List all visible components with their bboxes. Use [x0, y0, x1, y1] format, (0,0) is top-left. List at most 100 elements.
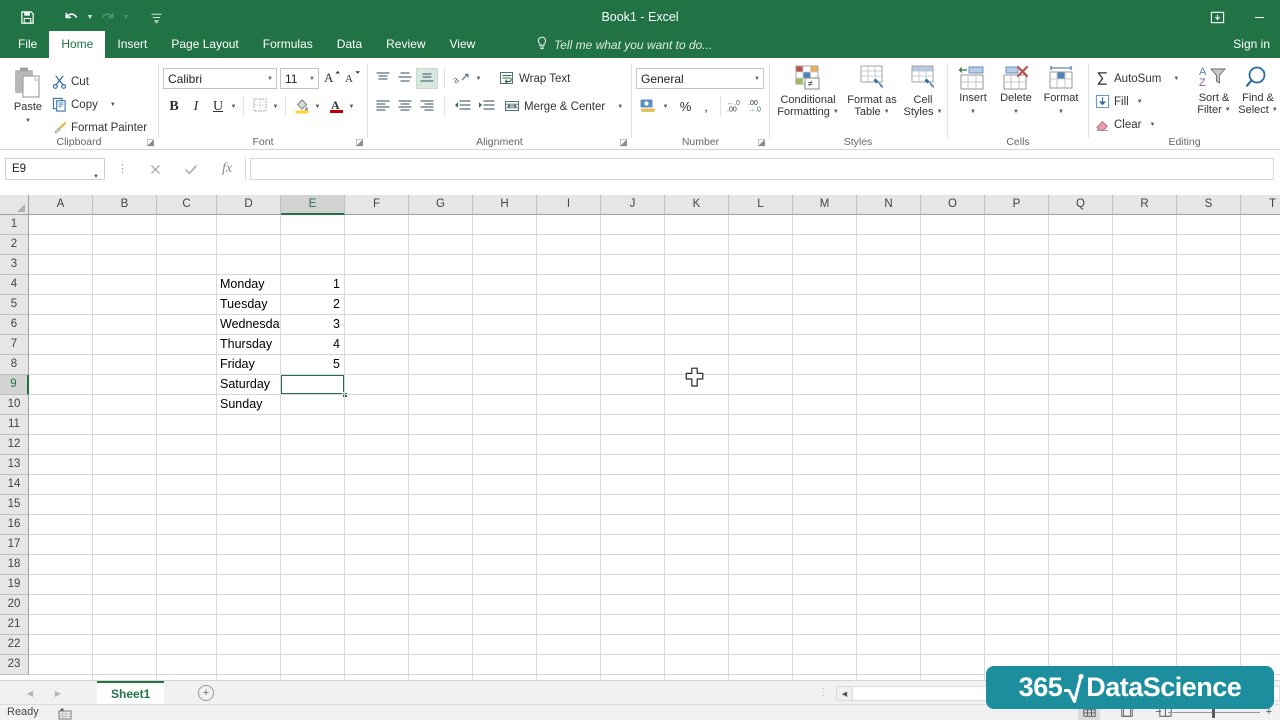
tab-view[interactable]: View — [438, 31, 488, 58]
column-header-c[interactable]: C — [157, 195, 217, 215]
bold-button[interactable]: B — [164, 96, 184, 117]
sort-filter-button[interactable]: A Z Sort & Filter ▼ — [1192, 64, 1236, 116]
column-header-p[interactable]: P — [985, 195, 1049, 215]
row-header-3[interactable]: 3 — [0, 255, 29, 275]
column-header-a[interactable]: A — [29, 195, 93, 215]
tab-file[interactable]: File — [6, 31, 49, 58]
select-all-button[interactable] — [0, 195, 29, 215]
save-icon[interactable] — [14, 4, 40, 30]
align-bottom-button[interactable] — [416, 68, 438, 89]
find-select-dropdown-icon[interactable]: ▼ — [1272, 104, 1278, 116]
tab-home[interactable]: Home — [49, 31, 106, 58]
autosum-button[interactable]: AutoSum ▼ — [1095, 69, 1179, 88]
fill-handle[interactable] — [342, 392, 348, 398]
align-left-button[interactable] — [372, 96, 394, 117]
tab-data[interactable]: Data — [325, 31, 374, 58]
formula-input[interactable] — [250, 158, 1274, 180]
row-header-21[interactable]: 21 — [0, 615, 29, 635]
column-header-h[interactable]: H — [473, 195, 537, 215]
font-size-combo[interactable]: 11 ▼ — [280, 68, 319, 89]
row-header-9[interactable]: 9 — [0, 375, 29, 395]
cell-e4[interactable]: 1 — [281, 275, 344, 295]
chevron-down-icon[interactable]: ▼ — [754, 76, 760, 82]
cell-d4[interactable]: Monday — [217, 275, 280, 295]
undo-icon[interactable] — [58, 4, 84, 30]
spreadsheet-grid[interactable]: ABCDEFGHIJKLMNOPQRST 1 2 3 4 5 6 7 8 9 10 11 12 13 14… — [0, 195, 1280, 680]
row-header-11[interactable]: 11 — [0, 415, 29, 435]
conditional-formatting-dropdown-icon[interactable]: ▼ — [833, 106, 839, 118]
cell-area[interactable]: Monday Tuesday Wednesday Thursday Friday Satu… — [29, 215, 1280, 680]
column-header-q[interactable]: Q — [1049, 195, 1113, 215]
wrap-text-button[interactable]: Wrap Text — [499, 69, 570, 88]
cell-d5[interactable]: Tuesday — [217, 295, 280, 315]
percent-style-button[interactable]: % — [675, 96, 696, 117]
merge-center-dropdown-icon[interactable]: ▼ — [617, 104, 623, 110]
column-header-g[interactable]: G — [409, 195, 473, 215]
column-header-e[interactable]: E — [281, 195, 345, 215]
underline-dropdown-icon[interactable]: ▼ — [228, 96, 239, 117]
name-box[interactable]: E9 ▼ — [5, 158, 105, 180]
increase-indent-button[interactable] — [474, 96, 498, 117]
autosum-dropdown-icon[interactable]: ▼ — [1173, 76, 1179, 82]
number-format-combo[interactable]: General ▼ — [636, 68, 764, 89]
column-header-b[interactable]: B — [93, 195, 157, 215]
borders-button[interactable] — [249, 96, 271, 117]
customize-quick-access-toolbar-icon[interactable] — [143, 3, 169, 31]
delete-cells-dropdown-icon[interactable]: ▼ — [1013, 106, 1019, 118]
column-header-k[interactable]: K — [665, 195, 729, 215]
accounting-format-button[interactable] — [636, 96, 660, 117]
tell-me-box[interactable]: Tell me what you want to do... — [536, 31, 712, 58]
insert-cells-dropdown-icon[interactable]: ▼ — [970, 106, 976, 118]
row-header-23[interactable]: 23 — [0, 655, 29, 675]
format-painter-button[interactable]: Format Painter — [52, 118, 147, 137]
row-header-13[interactable]: 13 — [0, 455, 29, 475]
clipboard-dialog-launcher-icon[interactable]: ◪ — [145, 137, 156, 148]
align-center-button[interactable] — [394, 96, 416, 117]
redo-dropdown-icon[interactable]: ▼ — [120, 4, 132, 30]
format-as-table-dropdown-icon[interactable]: ▼ — [884, 106, 890, 118]
row-header-20[interactable]: 20 — [0, 595, 29, 615]
font-name-combo[interactable]: Calibri ▼ — [163, 68, 277, 89]
alignment-dialog-launcher-icon[interactable]: ◪ — [618, 137, 629, 148]
copy-button[interactable]: Copy ▼ — [52, 95, 116, 114]
borders-dropdown-icon[interactable]: ▼ — [270, 96, 281, 117]
conditional-formatting-button[interactable]: ≠ Conditional Formatting ▼ — [772, 64, 844, 118]
column-header-r[interactable]: R — [1113, 195, 1177, 215]
row-header-1[interactable]: 1 — [0, 215, 29, 235]
next-sheet-icon[interactable]: ▶ — [50, 686, 66, 700]
copy-dropdown-icon[interactable]: ▼ — [110, 102, 116, 108]
font-color-dropdown-icon[interactable]: ▼ — [346, 96, 357, 117]
format-cells-dropdown-icon[interactable]: ▼ — [1058, 106, 1064, 118]
column-header-j[interactable]: J — [601, 195, 665, 215]
orientation-button[interactable]: a — [450, 68, 474, 89]
cell-d8[interactable]: Friday — [217, 355, 280, 375]
column-header-m[interactable]: M — [793, 195, 857, 215]
redo-icon[interactable] — [94, 4, 120, 30]
italic-button[interactable]: I — [186, 96, 206, 117]
row-header-5[interactable]: 5 — [0, 295, 29, 315]
fill-button[interactable]: Fill ▼ — [1095, 92, 1143, 111]
sheet-tab-sheet1[interactable]: Sheet1 — [97, 681, 165, 705]
paste-button[interactable]: Paste ▼ — [6, 66, 50, 127]
grow-font-button[interactable]: A — [322, 68, 342, 89]
underline-button[interactable]: U — [208, 96, 228, 117]
cell-d9[interactable]: Saturday — [217, 375, 280, 395]
align-right-button[interactable] — [416, 96, 438, 117]
chevron-down-icon[interactable]: ▼ — [309, 76, 315, 82]
comma-style-button[interactable]: , — [696, 96, 716, 117]
formula-bar-grip[interactable]: ⋮ — [117, 162, 128, 175]
row-header-18[interactable]: 18 — [0, 555, 29, 575]
cell-e8[interactable]: 5 — [281, 355, 344, 375]
font-dialog-launcher-icon[interactable]: ◪ — [354, 137, 365, 148]
scroll-left-icon[interactable]: ◀ — [837, 687, 853, 700]
cell-styles-dropdown-icon[interactable]: ▼ — [937, 106, 943, 118]
tab-formulas[interactable]: Formulas — [251, 31, 325, 58]
record-macro-icon[interactable] — [58, 707, 72, 720]
sign-in-link[interactable]: Sign in — [1233, 31, 1270, 58]
cut-button[interactable]: Cut — [52, 72, 89, 91]
ribbon-display-options-icon[interactable] — [1196, 0, 1238, 34]
paste-dropdown-icon[interactable]: ▼ — [25, 115, 31, 127]
fill-color-button[interactable] — [291, 96, 313, 117]
align-middle-button[interactable] — [394, 68, 416, 89]
tab-insert[interactable]: Insert — [105, 31, 159, 58]
